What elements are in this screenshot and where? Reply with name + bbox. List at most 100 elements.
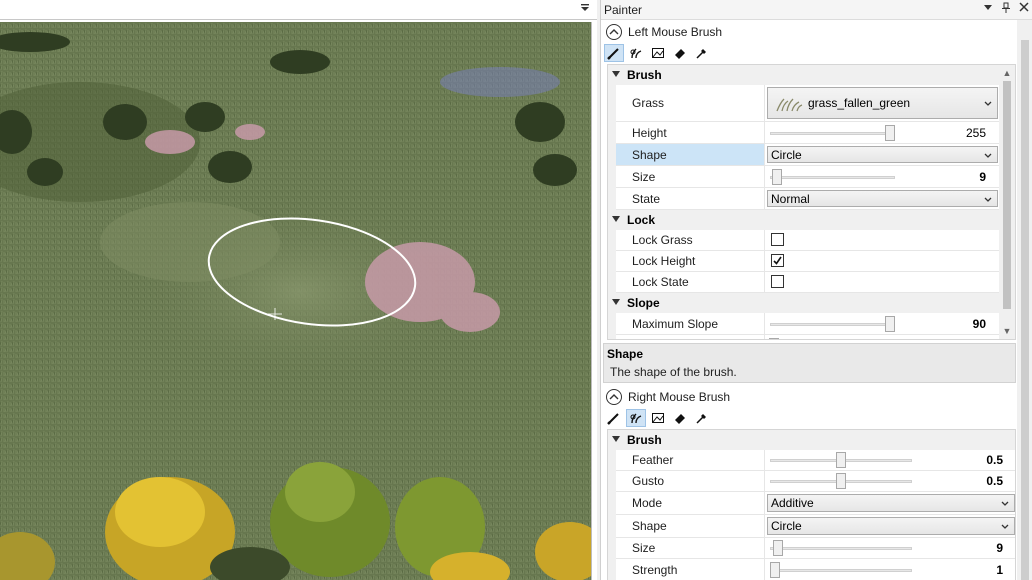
partial-slider-thumb[interactable] (769, 337, 779, 339)
viewport-splitter[interactable] (591, 22, 597, 580)
strength-slider-thumb[interactable] (770, 561, 780, 578)
lock-grass-label: Lock Grass (632, 233, 693, 247)
size-value: 9 (979, 169, 986, 184)
grass-thumbnail-icon (776, 98, 803, 112)
prop-row-mode: Mode Additive (608, 492, 1015, 515)
chevron-down-icon (984, 192, 992, 206)
lock-height-label: Lock Height (632, 254, 696, 268)
shape-select[interactable]: Circle (767, 517, 1015, 535)
expand-triangle-icon[interactable] (612, 436, 620, 442)
texture-icon[interactable] (648, 44, 668, 62)
painter-scrollbar[interactable] (1017, 20, 1032, 580)
right-mouse-brush-label: Right Mouse Brush (628, 390, 731, 404)
prop-row-size: Size 9 (608, 166, 1000, 188)
mode-select[interactable]: Additive (767, 494, 1015, 512)
grass-brush-icon[interactable] (626, 409, 646, 427)
close-icon[interactable] (1017, 2, 1031, 16)
category-brush[interactable]: Brush (608, 65, 1000, 85)
prop-row-strength: Strength 1 (608, 559, 1015, 580)
category-brush[interactable]: Brush (608, 430, 1015, 450)
prop-row-lock-grass: Lock Grass (608, 230, 1000, 251)
feather-slider-thumb[interactable] (836, 452, 846, 468)
left-brush-property-grid: Brush Grass grass_fallen_green Height 25… (607, 64, 1016, 340)
max-slope-slider-track[interactable] (770, 322, 895, 326)
height-label: Height (632, 125, 667, 140)
scrollbar-thumb[interactable] (1003, 81, 1011, 309)
gusto-value: 0.5 (986, 474, 1003, 488)
gusto-label: Gusto (632, 474, 665, 488)
shape-select[interactable]: Circle (767, 146, 998, 163)
lock-height-checkbox[interactable] (771, 254, 784, 267)
height-value: 255 (965, 125, 986, 140)
prop-row-shape: Shape Circle (608, 515, 1015, 538)
prop-row-state: State Normal (608, 188, 1000, 210)
pin-icon[interactable] (999, 2, 1013, 16)
grass-label: Grass (632, 96, 665, 110)
shape-label: Shape (632, 519, 667, 533)
expand-triangle-icon[interactable] (612, 216, 620, 222)
size-slider-track[interactable] (770, 175, 895, 179)
height-slider-track[interactable] (770, 131, 895, 135)
left-mouse-brush-label: Left Mouse Brush (628, 25, 723, 39)
prop-row-size: Size 9 (608, 538, 1015, 559)
size-slider-thumb[interactable] (772, 540, 783, 556)
chevron-down-icon (984, 96, 992, 110)
max-slope-value: 90 (972, 316, 986, 331)
description-title: Shape (607, 347, 644, 361)
size-value: 9 (996, 541, 1003, 555)
prop-row-partial (608, 335, 1000, 339)
texture-icon[interactable] (648, 409, 668, 427)
size-slider-thumb[interactable] (772, 168, 783, 185)
size-slider-track[interactable] (770, 547, 912, 550)
description-text: The shape of the brush. (610, 365, 737, 379)
max-slope-label: Maximum Slope (632, 316, 719, 331)
mode-label: Mode (632, 496, 663, 510)
gusto-slider-thumb[interactable] (836, 473, 846, 489)
prop-row-shape: Shape Circle (608, 144, 1000, 166)
expand-triangle-icon[interactable] (612, 71, 620, 77)
terrain-scene-render (0, 22, 591, 580)
scroll-up-icon[interactable]: ▲ (1002, 68, 1012, 78)
prop-row-grass: Grass grass_fallen_green (608, 85, 1000, 122)
terrain-scene-canvas[interactable] (0, 22, 591, 580)
category-lock[interactable]: Lock (608, 210, 1000, 230)
left-mouse-brush-header[interactable]: Left Mouse Brush (600, 21, 1032, 43)
strength-slider-track[interactable] (770, 568, 912, 572)
prop-row-lock-state: Lock State (608, 272, 1000, 293)
lock-state-checkbox[interactable] (771, 275, 784, 288)
painter-title: Painter (604, 3, 643, 17)
scroll-down-icon[interactable]: ▼ (1002, 326, 1012, 336)
lock-grass-checkbox[interactable] (771, 233, 784, 246)
property-grid-scrollbar[interactable]: ▲ ▼ (999, 65, 1015, 339)
strength-value: 1 (996, 562, 1003, 577)
viewport-menu-dropdown-icon[interactable] (579, 3, 591, 15)
grass-select[interactable]: grass_fallen_green (767, 87, 998, 119)
height-slider-thumb[interactable] (885, 124, 895, 141)
size-label: Size (632, 169, 656, 184)
paint-brush-icon[interactable] (604, 409, 624, 427)
paint-brush-icon[interactable] (604, 44, 624, 62)
eraser-icon[interactable] (670, 44, 690, 62)
eraser-icon[interactable] (670, 409, 690, 427)
collapse-chevron-up-icon[interactable] (606, 24, 622, 40)
category-slope[interactable]: Slope (608, 293, 1000, 313)
feather-value: 0.5 (986, 453, 1003, 467)
painter-title-bar: Painter (601, 0, 1032, 20)
right-mouse-brush-header[interactable]: Right Mouse Brush (600, 386, 1032, 408)
painter-scrollbar-thumb[interactable] (1021, 40, 1029, 580)
prop-row-lock-height: Lock Height (608, 251, 1000, 272)
lock-state-label: Lock State (632, 275, 689, 289)
expand-triangle-icon[interactable] (612, 299, 620, 305)
eyedropper-icon[interactable] (692, 409, 712, 427)
grass-brush-icon[interactable] (626, 44, 646, 62)
prop-row-gusto: Gusto 0.5 (608, 471, 1015, 492)
feather-label: Feather (632, 453, 674, 467)
prop-row-height: Height 255 (608, 122, 1000, 144)
state-select[interactable]: Normal (767, 190, 998, 207)
chevron-down-icon (1001, 519, 1009, 533)
right-brush-property-grid: Brush Feather 0.5 Gusto 0.5 Mode Additiv… (607, 429, 1016, 580)
collapse-chevron-up-icon[interactable] (606, 389, 622, 405)
max-slope-slider-thumb[interactable] (885, 315, 895, 332)
panel-menu-dropdown-icon[interactable] (981, 2, 995, 16)
eyedropper-icon[interactable] (692, 44, 712, 62)
